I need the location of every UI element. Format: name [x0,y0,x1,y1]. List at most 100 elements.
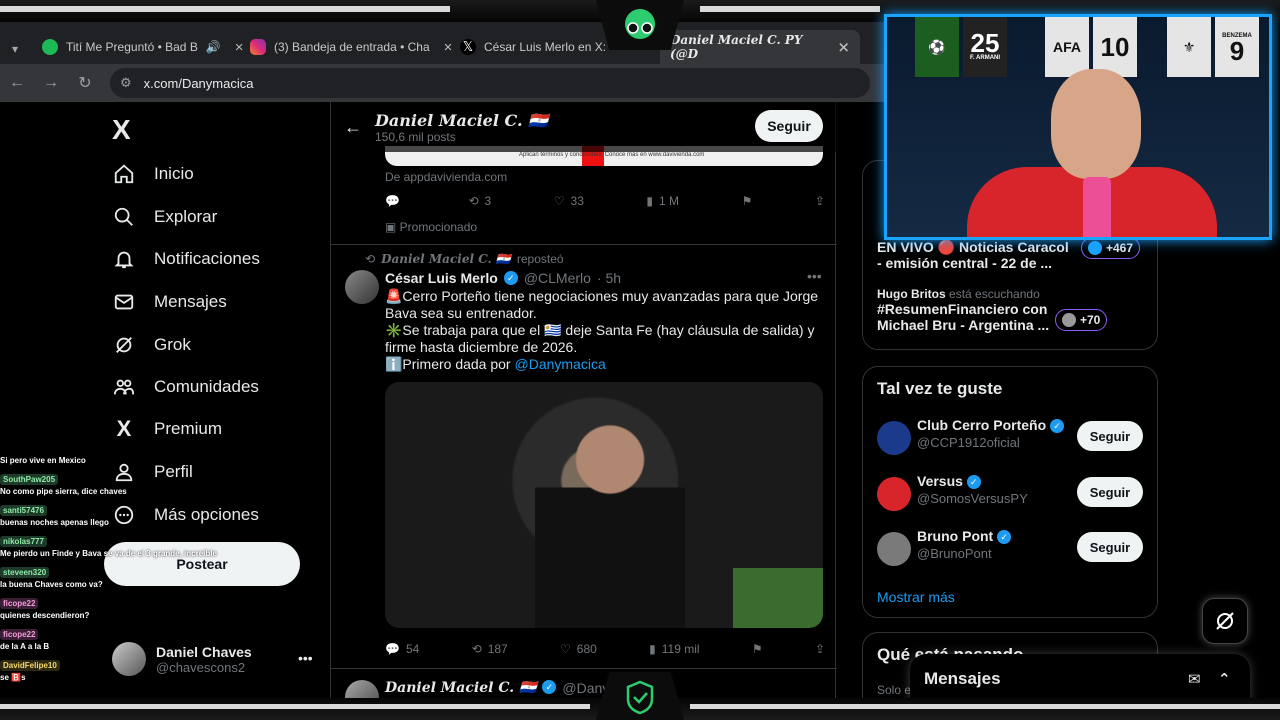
reply-button[interactable]: 💬 [385,194,406,208]
author-name[interactable]: Daniel Maciel C. 🇵🇾 [385,680,536,696]
avatar [1088,241,1102,255]
views-button[interactable]: ▮ 119 mil [649,642,699,656]
sidebar-item-mensajes[interactable]: Mensajes [112,290,227,314]
ad-image-text: Aplican términos y condiciones. Conoce m… [519,152,705,158]
ad-source[interactable]: De appdavivienda.com [385,170,507,184]
like-button[interactable]: ♡ 680 [560,642,597,656]
author-name[interactable]: César Luis Merlo [385,270,498,286]
sidebar-item-explorar[interactable]: Explorar [112,205,217,229]
chevron-down-icon[interactable]: ▾ [2,32,28,66]
verified-icon: ✓ [542,680,557,694]
listener-name: Hugo Britos [877,287,946,301]
reply-button[interactable]: 💬 54 [385,642,419,656]
show-more-link[interactable]: Mostrar más [877,589,955,605]
reply-icon: 💬 [385,194,400,208]
site-settings-icon[interactable]: ⚙ [120,75,132,91]
sidebar-item-label: Inicio [154,164,194,183]
microphone [1083,177,1111,237]
bookmark-icon[interactable]: ⚑ [752,642,763,656]
expand-icon[interactable]: ⌃ [1218,670,1231,688]
home-icon [112,162,136,186]
follow-suggestion[interactable]: Versus ✓ @SomosVersusPY Seguir [877,473,1145,513]
frame-stripe [690,704,1280,709]
tab-x-merlo[interactable]: 𝕏 César Luis Merlo en X: " [450,30,624,64]
reply-count: 54 [405,642,420,656]
follow-button[interactable]: Seguir [1077,477,1143,507]
sidebar-item-comunidades[interactable]: Comunidades [112,375,259,399]
url-field[interactable]: ⚙ x.com/Danymacica [110,68,870,98]
tweet-line: 🚨Cerro Porteño tiene negociaciones muy a… [385,288,819,321]
views-button[interactable]: ▮ 1 M [646,194,679,208]
jersey-number: 9 [1229,36,1245,66]
grok-button[interactable] [1202,598,1248,644]
suggestion-handle: @BrunoPont [917,546,992,561]
new-message-icon[interactable]: ✉ [1188,670,1201,688]
jersey-number: 25 [970,28,1000,58]
forward-icon[interactable]: → [34,74,68,92]
card-title: Tal vez te guste [877,379,1003,398]
close-icon[interactable]: × [837,38,850,56]
chart-icon: ▮ [649,642,656,656]
listeners-pill[interactable]: +467 [1081,237,1141,259]
suggestion-name: Bruno Pont [917,528,994,544]
heart-icon: ♡ [553,194,565,208]
more-icon[interactable]: ••• [807,268,822,284]
speaker-icon[interactable]: 🔊 [206,40,221,54]
back-icon[interactable]: ← [0,74,34,92]
suggestion-handle: @SomosVersusPY [917,491,1028,506]
x-logo-icon[interactable]: X [112,114,131,146]
messages-drawer[interactable]: Mensajes ✉ ⌃ [910,654,1250,698]
timeline: ← Daniel Maciel C. 🇵🇾 150,6 mil posts Se… [330,102,837,698]
sidebar-item-label: Explorar [154,207,218,226]
share-icon[interactable]: ⇪ [815,642,825,656]
listeners-pill[interactable]: +70 [1055,309,1108,331]
divider [331,244,837,245]
sidebar-item-premium[interactable]: X Premium [112,416,222,441]
trend-item[interactable]: EN VIVO 🔴 Noticias Caracol - emisión cen… [877,239,1077,271]
frame-stripe [0,704,590,709]
follow-button[interactable]: Seguir [755,110,823,142]
follow-suggestion[interactable]: Bruno Pont ✓ @BrunoPont Seguir [877,528,1145,568]
repost-button[interactable]: ⟲ 3 [468,194,491,208]
tab-label: Tití Me Preguntó • Bad B [66,40,198,54]
tweet-image[interactable] [385,382,823,628]
trend-title: #ResumenFinanciero con Michael Bru - Arg… [877,301,1050,333]
follow-button[interactable]: Seguir [1077,421,1143,451]
spotify-icon [42,39,58,55]
repost-button[interactable]: ⟲ 187 [472,642,508,656]
tab-x-maciel[interactable]: Daniel Maciel C. PY (@D × [660,30,860,64]
reload-icon[interactable]: ↻ [68,73,102,93]
sidebar-item-label: Comunidades [154,377,259,396]
listening-label: está escuchando [949,287,1040,301]
search-icon [112,205,136,229]
author-handle[interactable]: @Dany [562,680,609,696]
tab-spotify[interactable]: Tití Me Preguntó • Bad B 🔊 × [32,30,254,64]
like-button[interactable]: ♡ 33 [554,194,584,208]
trend-item[interactable]: Hugo Britos está escuchando #ResumenFina… [877,287,1077,333]
avatar[interactable] [345,270,379,304]
ad-icon: ▣ [385,220,400,234]
trend-title: EN VIVO 🔴 Noticias Caracol - emisión cen… [877,239,1069,271]
sidebar-item-grok[interactable]: Grok [112,333,191,357]
avatar [877,477,911,511]
sidebar-item-inicio[interactable]: Inicio [112,162,194,186]
suggestion-name: Versus [917,473,963,489]
chat-user: ficope22 [0,629,39,640]
repost-count: 3 [484,194,492,208]
back-arrow-icon[interactable]: ← [331,117,375,138]
mention-link[interactable]: @Danymacica [515,356,606,372]
follow-button[interactable]: Seguir [1077,532,1143,562]
jersey: ⚽ [915,17,959,77]
more-icon[interactable]: ••• [298,650,313,666]
share-icon[interactable]: ⇪ [815,194,825,208]
verified-icon: ✓ [503,271,518,285]
reposter-name[interactable]: Daniel Maciel C. 🇵🇾 [381,252,511,266]
author-handle[interactable]: @CLMerlo [524,270,591,286]
chat-message: buenas noches apenas llego [0,518,109,527]
tab-instagram[interactable]: (3) Bandeja de entrada • Cha × [240,30,462,64]
tweet-time[interactable]: · 5h [597,270,621,286]
follow-suggestion[interactable]: Club Cerro Porteño ✓ @CCP1912oficial Seg… [877,417,1145,457]
bookmark-icon[interactable]: ⚑ [742,194,753,208]
sidebar-item-notificaciones[interactable]: Notificaciones [112,247,260,271]
avatar[interactable] [345,680,379,698]
